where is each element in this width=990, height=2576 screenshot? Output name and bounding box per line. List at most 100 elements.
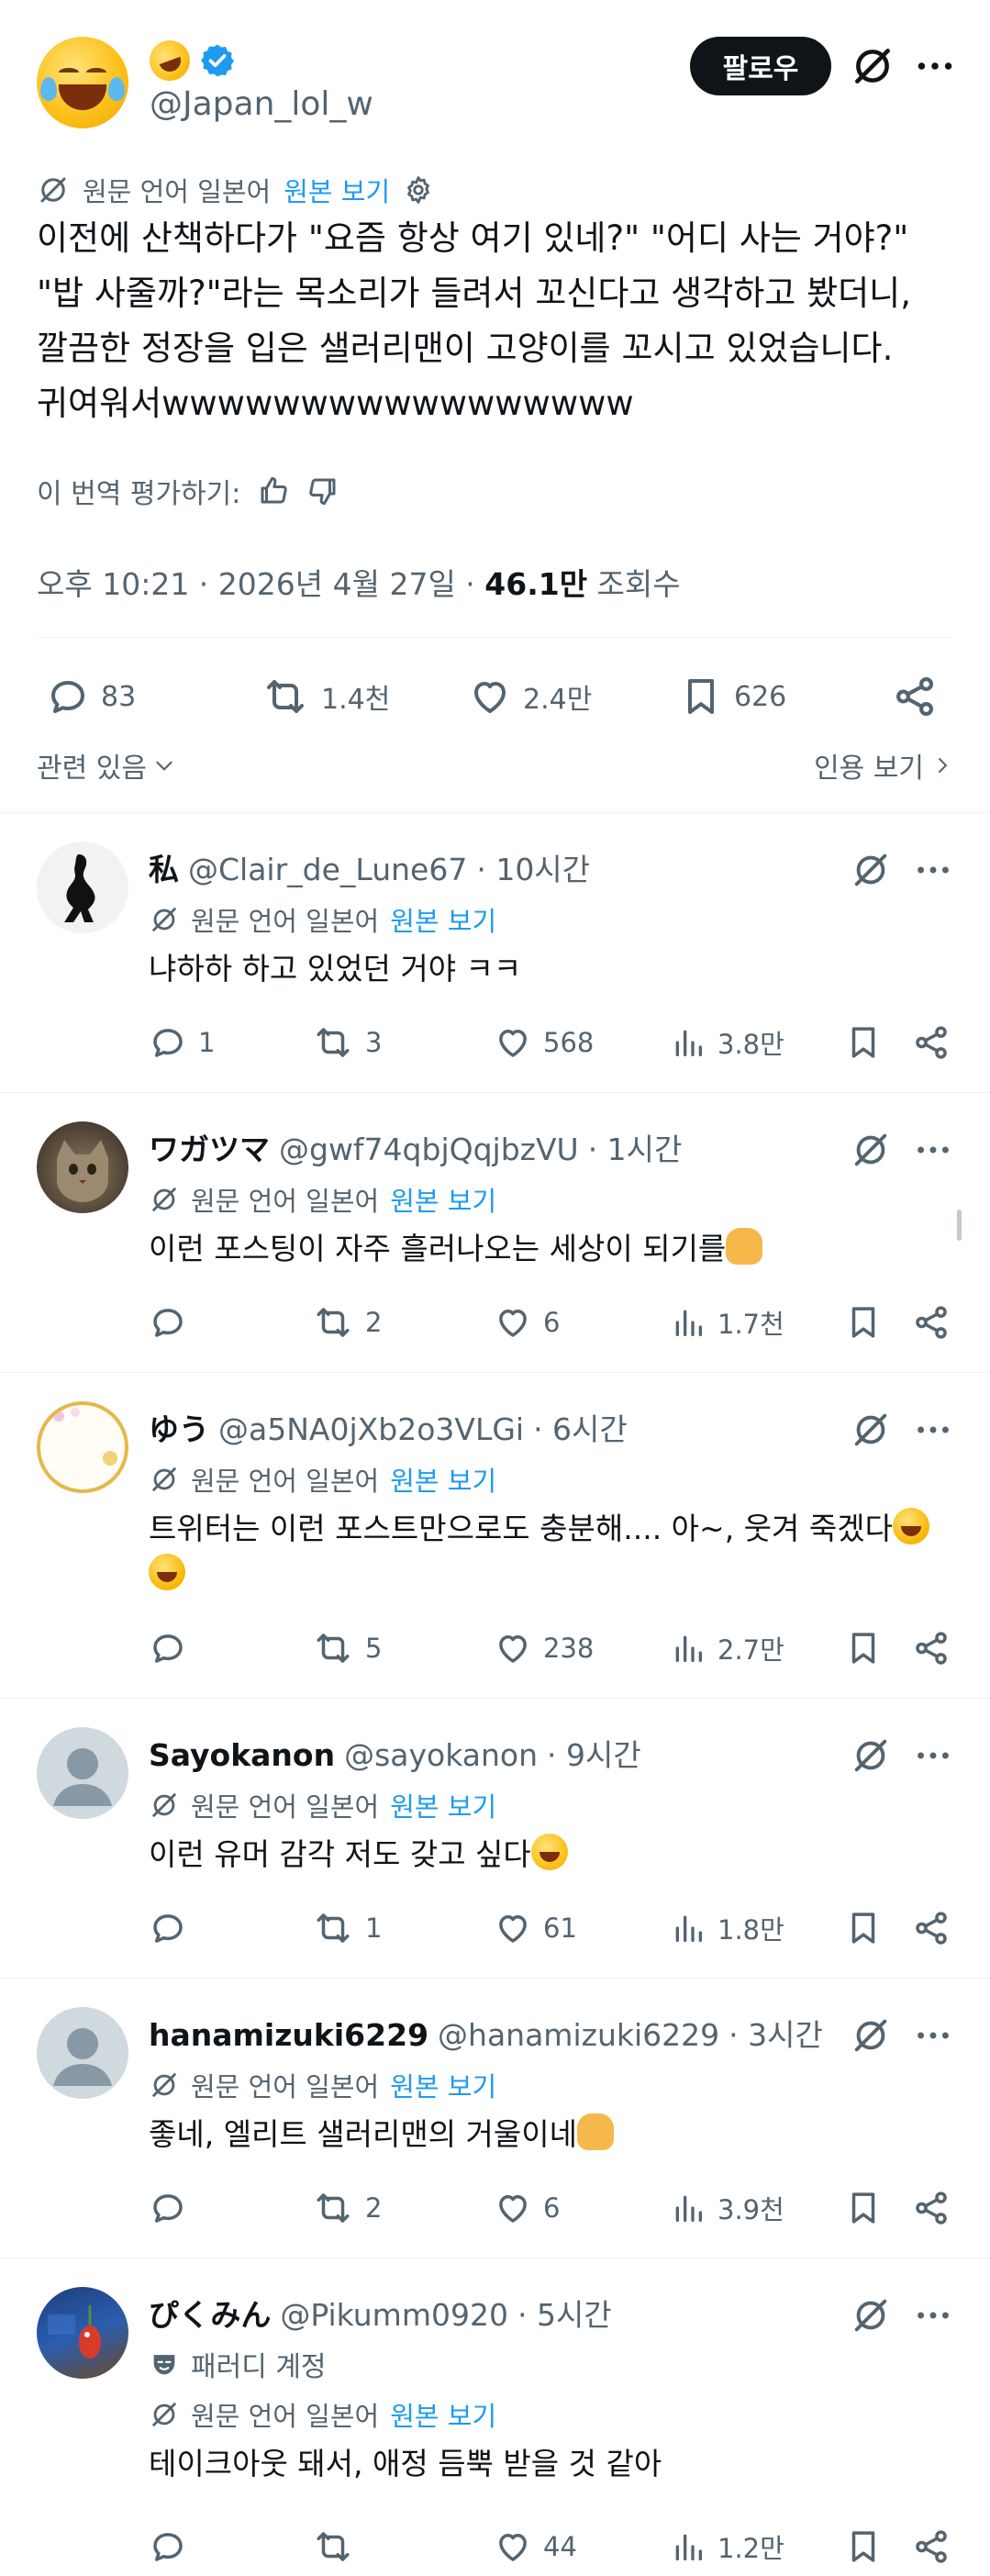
avatar[interactable] [37, 2007, 128, 2099]
view-quotes-link[interactable]: 인용 보기 [814, 745, 953, 786]
reply-timestamp[interactable]: · 9시간 [547, 1731, 641, 1775]
view-original-link[interactable]: 원본 보기 [390, 1460, 496, 1499]
post-timestamp[interactable]: 오후 10:21 · 2026년 4월 27일 · [37, 566, 484, 602]
reply-timestamp[interactable]: · 5시간 [517, 2291, 612, 2335]
grok-icon[interactable] [850, 1409, 892, 1451]
more-icon[interactable] [912, 849, 954, 891]
gear-icon[interactable] [403, 174, 434, 206]
reply-author-name[interactable]: hanamizuki6229 [149, 2017, 428, 2053]
grok-icon[interactable] [850, 43, 895, 89]
bookmark-icon[interactable] [844, 2527, 883, 2566]
reply-author-name[interactable]: Sayokanon [149, 1737, 335, 1773]
reply-author-name[interactable]: ゆう [149, 1405, 209, 1449]
views-button[interactable]: 3.8만 [670, 1020, 784, 1065]
bookmark-icon[interactable] [844, 1023, 883, 1062]
reply-button[interactable] [149, 1625, 198, 1671]
views-button[interactable]: 1.7천 [670, 1299, 784, 1345]
reply-button[interactable] [149, 2185, 198, 2231]
repost-button[interactable]: 2 [312, 1299, 382, 1345]
share-icon[interactable] [912, 1023, 951, 1062]
repost-button[interactable]: 3 [312, 1020, 382, 1065]
avatar[interactable] [37, 1401, 128, 1493]
view-original-link[interactable]: 원본 보기 [390, 2066, 496, 2104]
reply-item[interactable]: hanamizuki6229 @hanamizuki6229 · 3시간 원문 … [0, 1978, 990, 2258]
reply-author-handle[interactable]: @a5NA0jXb2o3VLGi [218, 1411, 524, 1447]
bookmark-icon[interactable] [844, 1303, 883, 1342]
view-original-link[interactable]: 원본 보기 [390, 1180, 496, 1219]
like-button[interactable]: 568 [494, 1020, 594, 1065]
reply-item[interactable]: ワガツマ @gwf74qbjQqjbzVU · 1시간 원문 언어 일본어 원본… [0, 1092, 990, 1372]
repost-button[interactable]: 2 [312, 2185, 382, 2231]
view-original-link[interactable]: 원본 보기 [390, 2395, 496, 2434]
more-icon[interactable] [912, 1409, 954, 1451]
repost-button[interactable] [312, 2524, 365, 2570]
avatar[interactable] [37, 2287, 128, 2379]
views-button[interactable]: 3.9천 [670, 2185, 784, 2231]
avatar[interactable] [37, 842, 128, 933]
grok-icon[interactable] [850, 849, 892, 891]
reply-author-name[interactable]: 私 [149, 845, 179, 889]
views-button[interactable]: 1.2만 [670, 2524, 784, 2570]
author-name-row[interactable] [143, 34, 236, 87]
repost-button[interactable]: 1.4천 [261, 664, 390, 729]
grok-icon[interactable] [850, 2294, 892, 2336]
bookmark-icon[interactable] [844, 1909, 883, 1947]
view-original-link[interactable]: 원본 보기 [390, 1786, 496, 1824]
view-original-link[interactable]: 원본 보기 [390, 900, 496, 939]
reply-item[interactable]: Sayokanon @sayokanon · 9시간 원문 언어 일본어 원본 … [0, 1698, 990, 1978]
avatar[interactable] [37, 1727, 128, 1819]
reply-author-handle[interactable]: @hanamizuki6229 [438, 2017, 719, 2053]
thumbs-down-icon[interactable] [306, 474, 339, 507]
reply-button[interactable]: 1 [149, 1020, 215, 1065]
more-icon[interactable] [912, 1129, 954, 1171]
author-handle[interactable]: @Japan_lol_w [150, 85, 373, 123]
reply-author-handle[interactable]: @gwf74qbjQqjbzVU [279, 1132, 579, 1167]
bookmark-icon[interactable] [844, 1629, 883, 1667]
repost-button[interactable]: 5 [312, 1625, 382, 1671]
reply-author-handle[interactable]: @Clair_de_Lune67 [188, 852, 467, 887]
repost-button[interactable]: 1 [312, 1905, 382, 1951]
bookmark-icon[interactable] [844, 2189, 883, 2227]
like-button[interactable]: 6 [494, 2185, 560, 2231]
reply-button[interactable] [149, 1299, 198, 1345]
reply-button[interactable] [149, 2524, 198, 2570]
avatar[interactable] [37, 37, 128, 128]
share-icon[interactable] [912, 1303, 951, 1342]
more-icon[interactable] [912, 1734, 954, 1777]
reply-author-handle[interactable]: @Pikumm0920 [280, 2297, 508, 2333]
share-button[interactable] [892, 664, 938, 729]
view-original-link[interactable]: 원본 보기 [284, 171, 390, 209]
share-icon[interactable] [912, 2189, 951, 2227]
reply-author-name[interactable]: ワガツマ [149, 1125, 270, 1169]
more-icon[interactable] [912, 2014, 954, 2057]
like-button[interactable]: 238 [494, 1625, 594, 1671]
share-icon[interactable] [912, 1629, 951, 1667]
follow-button[interactable]: 팔로우 [690, 37, 831, 95]
views-button[interactable]: 2.7만 [670, 1625, 784, 1671]
more-icon[interactable] [912, 43, 958, 89]
grok-icon[interactable] [850, 1734, 892, 1777]
thumbs-up-icon[interactable] [257, 474, 290, 507]
reply-timestamp[interactable]: · 1시간 [588, 1125, 683, 1169]
reply-author-handle[interactable]: @sayokanon [344, 1737, 538, 1773]
share-icon[interactable] [912, 2527, 951, 2566]
like-button[interactable]: 2.4만 [468, 664, 592, 729]
avatar[interactable] [37, 1121, 128, 1213]
like-button[interactable]: 61 [494, 1905, 577, 1951]
reply-timestamp[interactable]: · 3시간 [729, 2011, 823, 2055]
reply-item[interactable]: ゆう @a5NA0jXb2o3VLGi · 6시간 원문 언어 일본어 원본 보… [0, 1372, 990, 1698]
grok-icon[interactable] [850, 1129, 892, 1171]
reply-button[interactable]: 83 [46, 664, 136, 729]
grok-icon[interactable] [850, 2014, 892, 2057]
reply-timestamp[interactable]: · 6시간 [533, 1405, 628, 1449]
bookmark-button[interactable]: 626 [679, 664, 786, 729]
like-button[interactable]: 44 [494, 2524, 577, 2570]
reply-button[interactable] [149, 1905, 198, 1951]
reply-item[interactable]: 私 @Clair_de_Lune67 · 10시간 원문 언어 일본어 원본 보… [0, 812, 990, 1092]
reply-timestamp[interactable]: · 10시간 [476, 845, 590, 889]
more-icon[interactable] [912, 2294, 954, 2336]
related-dropdown[interactable]: 관련 있음 [37, 745, 176, 786]
reply-author-name[interactable]: ぴくみん [149, 2291, 271, 2335]
views-button[interactable]: 1.8만 [670, 1905, 784, 1951]
like-button[interactable]: 6 [494, 1299, 560, 1345]
